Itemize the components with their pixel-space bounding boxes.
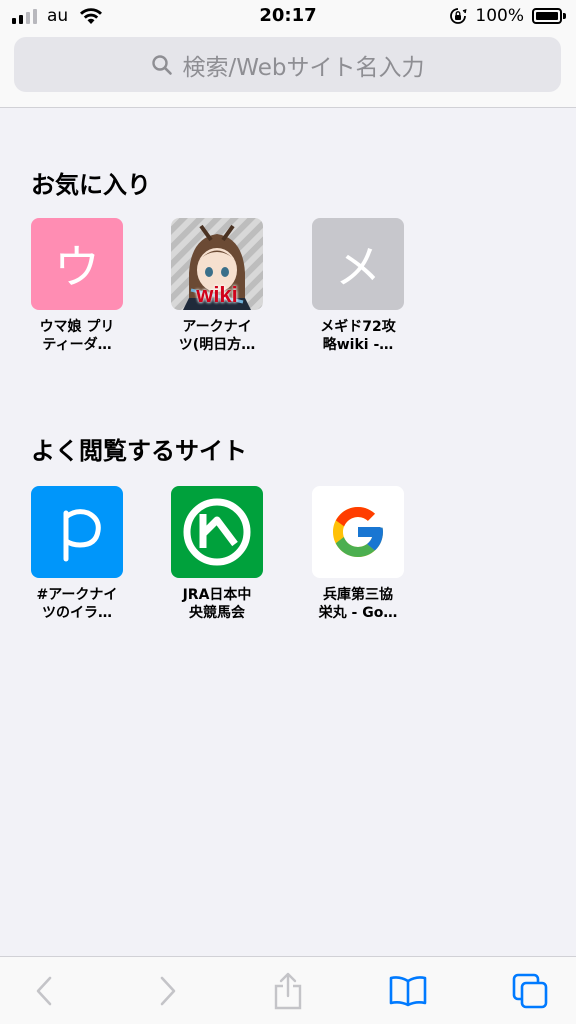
frequent-tile-jra[interactable]: JRA日本中 央競馬会 [162, 486, 272, 622]
frequent-tile-pixiv[interactable]: #アークナイ ツのイラ… [22, 486, 132, 622]
favorite-label: メギド72攻 略wiki -… [320, 319, 396, 353]
favorites-title: お気に入り [31, 171, 151, 199]
forward-icon [160, 976, 176, 1006]
back-button[interactable] [24, 971, 64, 1011]
search-placeholder: 検索/Webサイト名入力 [182, 54, 425, 81]
frequent-title: よく閲覧するサイト [31, 437, 247, 465]
status-bar: au 20:17 100% [0, 0, 576, 32]
jra-icon [171, 486, 263, 578]
pixiv-icon [31, 486, 123, 578]
tabs-button[interactable] [510, 971, 550, 1011]
search-input[interactable]: 検索/Webサイト名入力 [14, 37, 561, 92]
favorite-tile-arknights[interactable]: wiki アークナイ ツ(明日方… [162, 218, 272, 354]
frequent-label: JRA日本中 央競馬会 [182, 587, 252, 621]
share-button[interactable] [268, 971, 308, 1011]
favorite-label: アークナイ ツ(明日方… [178, 319, 256, 353]
wiki-badge: wiki [196, 282, 238, 307]
letter-u-icon: ウ [31, 218, 123, 310]
favorite-tile-uma[interactable]: ウ ウマ娘 プリ ティーダ… [22, 218, 132, 354]
top-bar: au 20:17 100% 検索/Webサイト名入力 [0, 0, 576, 108]
tabs-icon [512, 973, 548, 1009]
share-icon [274, 972, 302, 1010]
google-icon [312, 486, 404, 578]
bookmarks-button[interactable] [388, 971, 428, 1011]
favorite-label: ウマ娘 プリ ティーダ… [39, 319, 115, 353]
search-icon [151, 54, 172, 75]
forward-button[interactable] [148, 971, 188, 1011]
frequent-label: #アークナイ ツのイラ… [36, 587, 118, 621]
bookmarks-icon [389, 976, 427, 1007]
battery-icon [532, 8, 566, 24]
battery-percent: 100% [475, 6, 524, 26]
bottom-toolbar [0, 956, 576, 1024]
frequent-tile-google[interactable]: 兵庫第三協 栄丸 - Go… [303, 486, 413, 622]
favorite-tile-megido[interactable]: メ メギド72攻 略wiki -… [303, 218, 413, 354]
orientation-lock-icon [450, 8, 467, 24]
frequent-label: 兵庫第三協 栄丸 - Go… [318, 587, 398, 621]
letter-me-icon: メ [312, 218, 404, 310]
back-icon [36, 976, 52, 1006]
arknights-wiki-icon: wiki [171, 218, 263, 310]
